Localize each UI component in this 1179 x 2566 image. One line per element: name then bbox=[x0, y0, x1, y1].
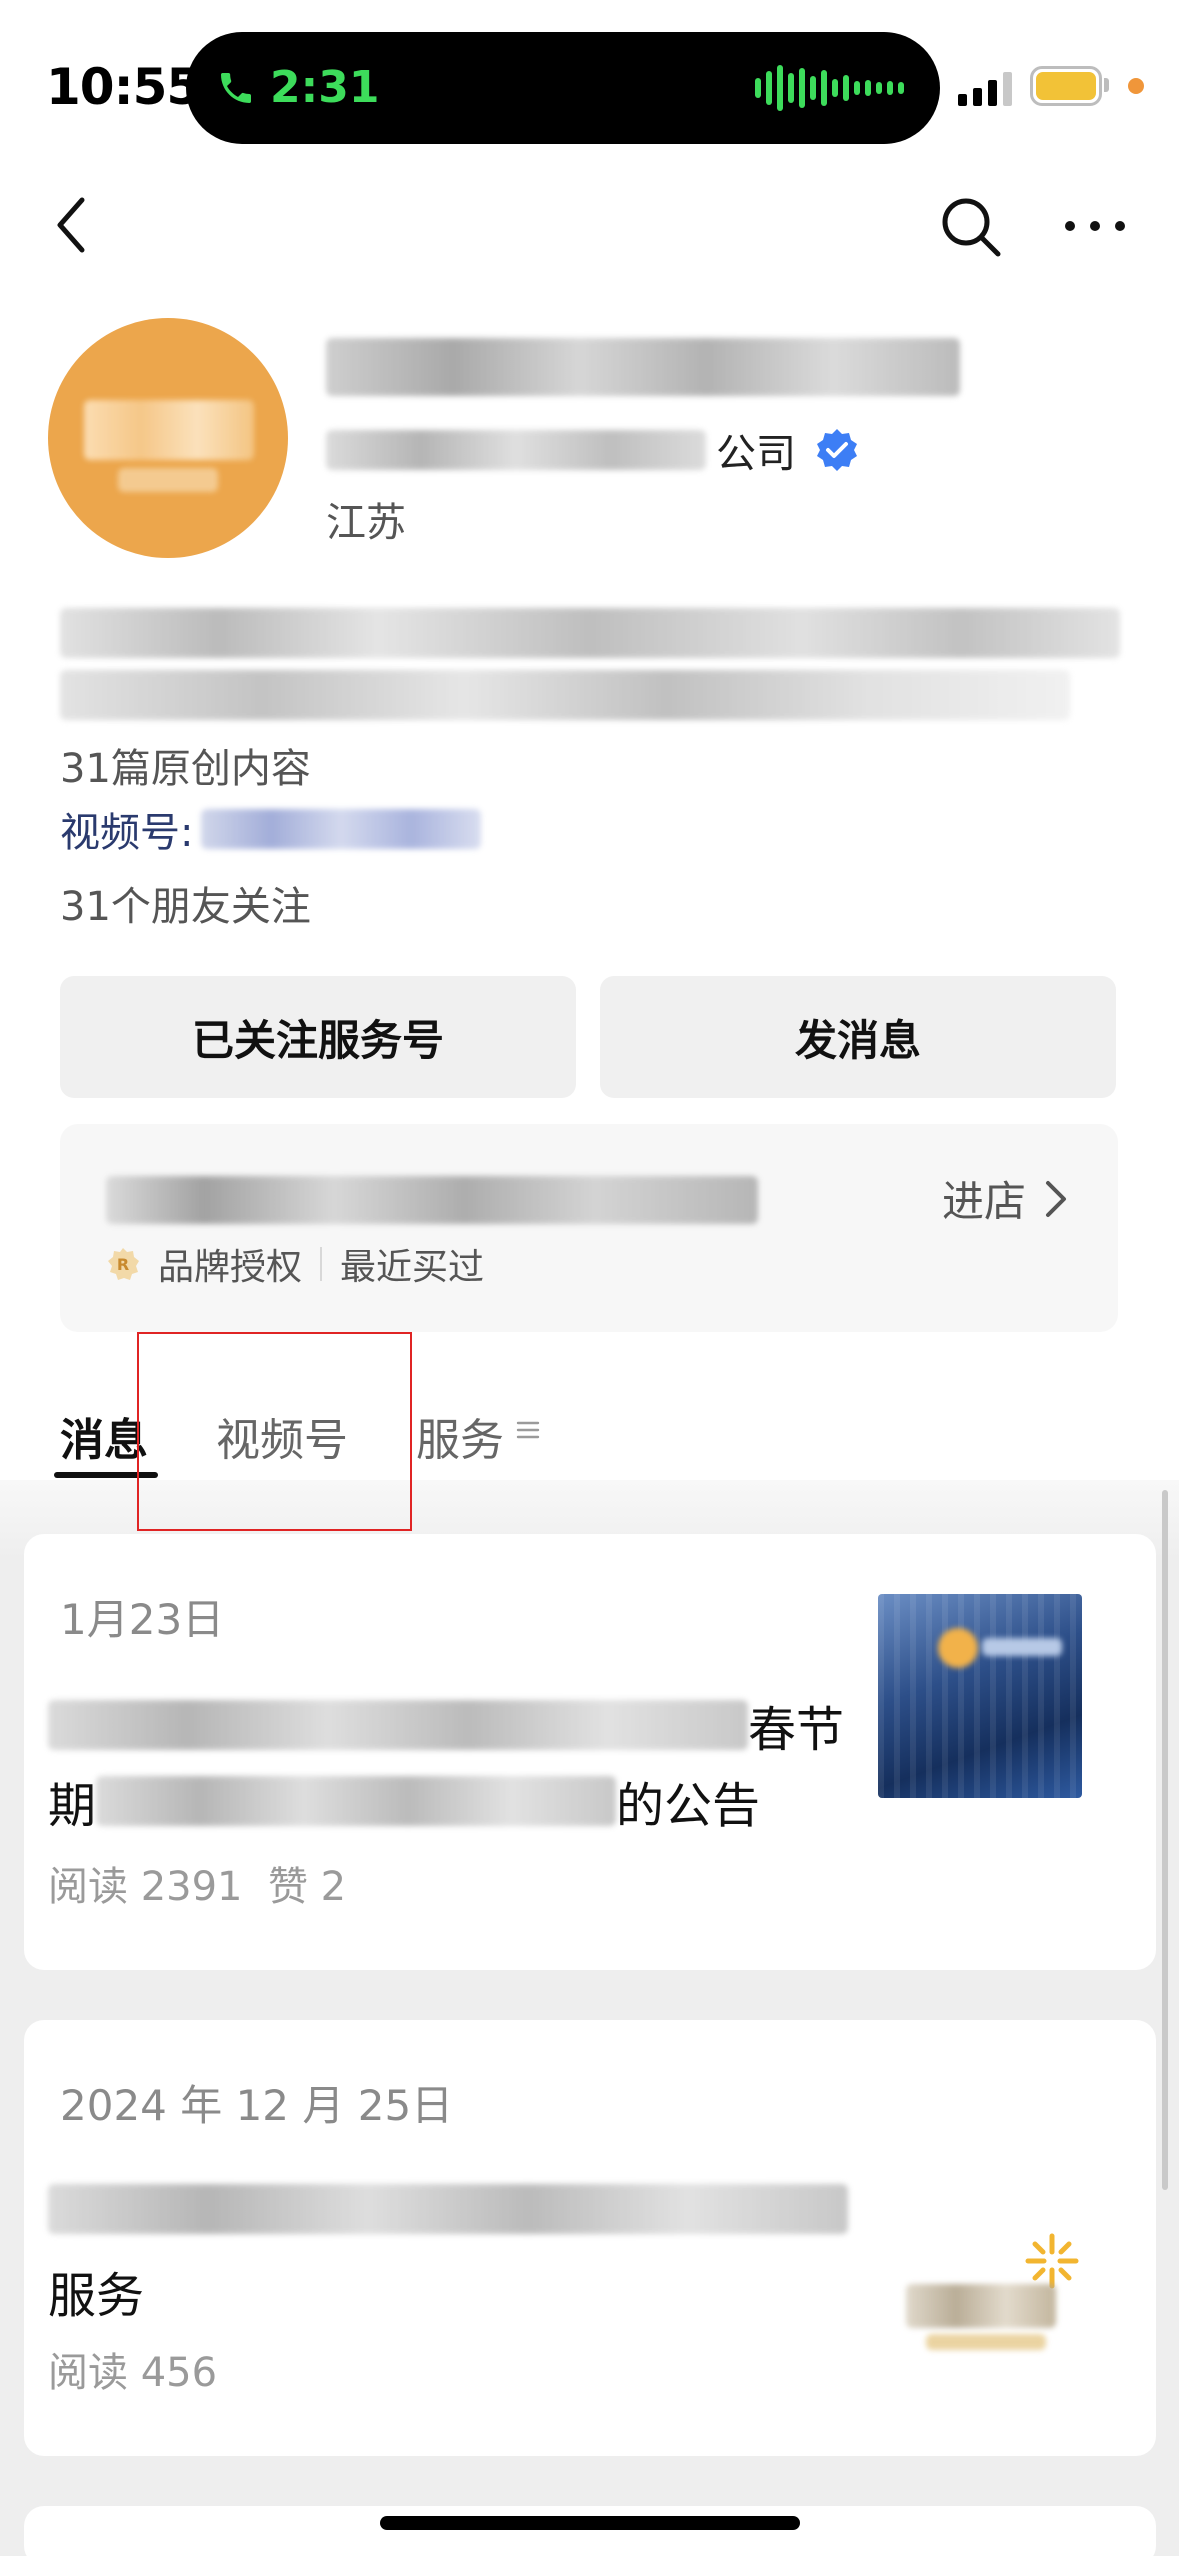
video-channel-label: 视频号: bbox=[60, 810, 194, 856]
recently-bought-label: 最近买过 bbox=[340, 1247, 485, 1288]
tab-messages[interactable]: 消息 bbox=[60, 1404, 148, 1468]
cellular-signal-icon bbox=[958, 70, 1012, 106]
chevron-left-icon bbox=[57, 197, 85, 253]
call-indicator: 2:31 bbox=[216, 62, 379, 113]
meta-divider bbox=[320, 1247, 323, 1281]
brand-auth-label: 品牌授权 bbox=[158, 1247, 303, 1288]
read-count: 阅读 456 bbox=[48, 2350, 218, 2396]
video-channel-link[interactable]: 视频号: bbox=[60, 800, 482, 858]
title-tail: 春节 bbox=[748, 1702, 845, 1758]
article-title-line-2: 服务 bbox=[48, 2256, 144, 2326]
like-count: 赞 2 bbox=[267, 1864, 347, 1910]
title-redacted-2 bbox=[96, 1776, 617, 1826]
title-tail-2: 的公告 bbox=[616, 1778, 761, 1834]
store-name-redacted bbox=[106, 1176, 758, 1224]
article-stats: 阅读 2391 赞 2 bbox=[48, 1854, 346, 1912]
logo-blur bbox=[906, 2284, 1056, 2328]
logo-text-blur bbox=[982, 1638, 1062, 1656]
region-label: 江苏 bbox=[326, 500, 406, 546]
title-text: 服务 bbox=[48, 2268, 145, 2324]
video-channel-name-redacted bbox=[201, 809, 482, 849]
article-thumbnail[interactable] bbox=[886, 2224, 1086, 2374]
read-count: 阅读 2391 bbox=[48, 1864, 243, 1910]
battery-tip bbox=[1104, 78, 1109, 92]
article-date: 2024 年 12 月 25日 bbox=[60, 2081, 454, 2130]
article-date: 1月23日 bbox=[60, 1595, 225, 1644]
description-line-1-redacted bbox=[60, 608, 1120, 658]
call-duration: 2:31 bbox=[270, 62, 380, 113]
description-line-2-redacted bbox=[60, 670, 1070, 720]
mic-indicator-dot bbox=[1128, 78, 1144, 94]
subtitle-suffix: 公司 bbox=[716, 431, 796, 477]
title-redacted bbox=[48, 2184, 848, 2234]
tab-services[interactable]: 服务 bbox=[416, 1404, 504, 1468]
logo-blur bbox=[938, 1628, 978, 1668]
back-button[interactable] bbox=[40, 190, 110, 260]
more-dots-icon bbox=[1065, 221, 1125, 231]
friends-following[interactable]: 31个朋友关注 bbox=[60, 874, 311, 932]
status-time: 10:55 bbox=[46, 58, 201, 116]
phone-icon bbox=[221, 72, 251, 103]
avatar-logo-blur-2 bbox=[118, 468, 218, 492]
account-name-redacted bbox=[326, 338, 960, 396]
more-button[interactable] bbox=[1060, 206, 1130, 246]
title-redacted bbox=[48, 1700, 748, 1750]
store-meta: R 品牌授权 最近买过 bbox=[106, 1238, 484, 1290]
svg-text:R: R bbox=[117, 1255, 129, 1274]
article-stats: 阅读 456 bbox=[48, 2340, 217, 2398]
enter-store-button[interactable]: 进店 bbox=[942, 1168, 1068, 1229]
scrollbar[interactable] bbox=[1162, 1490, 1168, 2190]
subtitle-redacted bbox=[326, 430, 706, 470]
battery-icon bbox=[1030, 66, 1102, 106]
avatar-logo-blur bbox=[84, 400, 254, 460]
search-icon bbox=[942, 198, 1001, 257]
followed-button[interactable]: 已关注服务号 bbox=[60, 976, 576, 1098]
brand-auth-icon: R bbox=[108, 1248, 139, 1280]
battery-fill bbox=[1036, 72, 1096, 100]
dynamic-island[interactable]: 2:31 bbox=[186, 32, 940, 144]
highlight-box bbox=[137, 1332, 412, 1531]
original-count[interactable]: 31篇原创内容 bbox=[60, 736, 311, 794]
article-title-line-1 bbox=[48, 2184, 848, 2234]
account-subtitle: 公司 bbox=[326, 420, 860, 480]
account-avatar[interactable] bbox=[48, 318, 288, 558]
article-thumbnail[interactable] bbox=[878, 1594, 1082, 1798]
article-card[interactable] bbox=[24, 2506, 1156, 2566]
building-stripes bbox=[878, 1594, 1082, 1798]
home-indicator[interactable] bbox=[380, 2516, 800, 2530]
store-card[interactable]: 进店 R 品牌授权 最近买过 bbox=[60, 1124, 1118, 1332]
search-button[interactable] bbox=[938, 194, 1004, 260]
article-title-line-2: 期 的公告 bbox=[48, 1766, 760, 1836]
enter-store-label: 进店 bbox=[941, 1177, 1026, 1226]
audio-waveform-icon bbox=[755, 64, 904, 112]
menu-lines-icon bbox=[516, 1421, 540, 1439]
verified-badge-icon bbox=[817, 429, 857, 471]
article-title-line-1: 春节 bbox=[48, 1690, 844, 1760]
chevron-right-icon bbox=[1046, 1180, 1066, 1217]
logo-underline-blur bbox=[926, 2334, 1046, 2350]
send-message-button[interactable]: 发消息 bbox=[600, 976, 1116, 1098]
title-head: 期 bbox=[48, 1778, 97, 1834]
